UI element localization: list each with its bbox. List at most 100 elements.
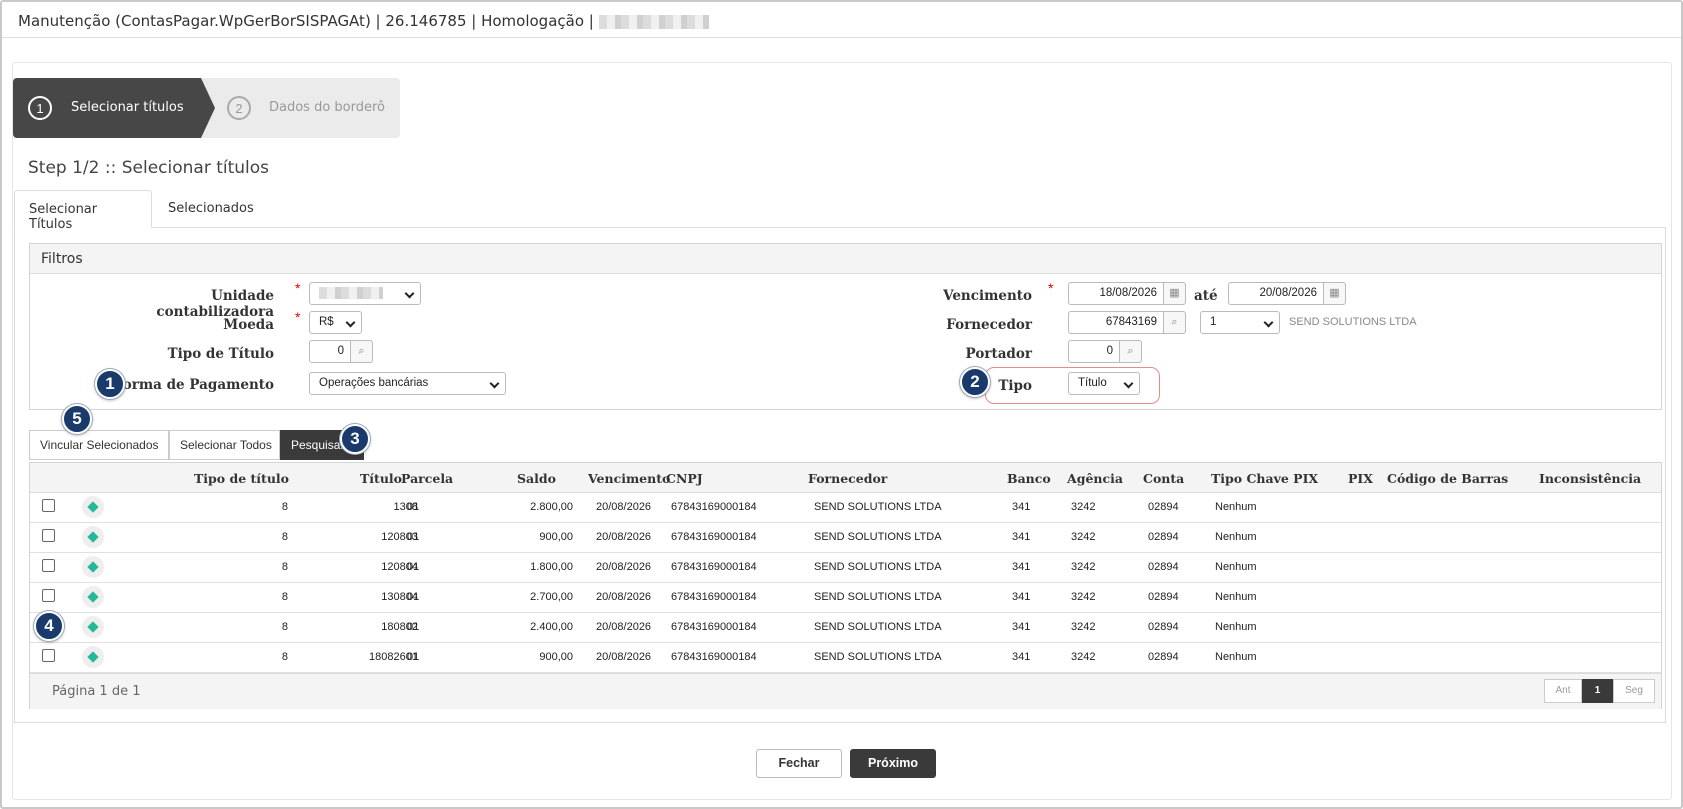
cell-cnpj: 67843169000184 [671, 621, 757, 633]
unidade-select[interactable] [309, 282, 421, 305]
cell-tipo-chave-pix: Nenhum [1215, 501, 1257, 513]
tab-selecionar-titulos[interactable]: Selecionar Títulos [14, 190, 152, 232]
col-conta: Conta [1143, 471, 1185, 486]
cell-tipo: 8 [281, 651, 288, 663]
page-title: Step 1/2 :: Selecionar títulos [28, 158, 270, 178]
diamond-icon[interactable] [82, 616, 104, 638]
pager-text: Página 1 de 1 [52, 684, 141, 699]
tipo-titulo-input[interactable]: 0 [309, 340, 351, 363]
cell-vencimento: 20/08/2026 [596, 651, 652, 663]
table-row[interactable]: 8 18082601 01 900,00 20/08/2026 6784316900018… [30, 643, 1661, 673]
table-row[interactable]: 8 120804 01 1.800,00 20/08/2026 6784316900018… [30, 553, 1661, 583]
cell-banco: 341 [1012, 621, 1031, 633]
pager-bar: Página 1 de 1 Ant 1 Seg [30, 673, 1661, 709]
fornecedor-label: Fornecedor [946, 317, 1032, 333]
required-mark: * [295, 309, 301, 325]
cell-parcela: 01 [407, 591, 420, 603]
forma-pagamento-select[interactable]: Operações bancárias [309, 372, 506, 395]
cell-fornecedor: SEND SOLUTIONS LTDA [814, 561, 942, 573]
step-label: Selecionar títulos [71, 100, 184, 115]
cell-tipo: 8 [281, 531, 288, 543]
calendar-icon[interactable]: ▦ [1164, 282, 1186, 305]
fornecedor-loja-select[interactable]: 1 [1200, 311, 1280, 334]
col-titulo: Título [360, 471, 402, 486]
pager-page-1[interactable]: 1 [1582, 679, 1613, 703]
tab-selecionados[interactable]: Selecionados [154, 190, 254, 228]
diamond-icon[interactable] [82, 526, 104, 548]
col-tipo-titulo: Tipo de título [194, 471, 289, 486]
moeda-select[interactable]: R$ [309, 311, 362, 334]
diamond-icon[interactable] [82, 646, 104, 668]
col-inconsistencia: Inconsistência [1539, 471, 1642, 486]
diamond-icon[interactable] [82, 586, 104, 608]
step-number: 2 [227, 96, 251, 120]
selecionar-todos-button[interactable]: Selecionar Todos [169, 430, 280, 460]
search-icon[interactable]: ⌕ [1120, 340, 1142, 363]
search-icon[interactable]: ⌕ [1164, 311, 1186, 334]
row-checkbox[interactable] [42, 559, 55, 572]
row-checkbox[interactable] [42, 499, 55, 512]
table-row[interactable]: 8 130804 01 2.700,00 20/08/2026 6784316900018… [30, 583, 1661, 613]
cell-conta: 02894 [1148, 531, 1179, 543]
cell-tipo: 8 [281, 501, 288, 513]
portador-label: Portador [965, 346, 1032, 362]
cell-tipo-chave-pix: Nenhum [1215, 531, 1257, 543]
wizard-step-1[interactable]: 1 Selecionar títulos [13, 78, 215, 138]
cell-tipo: 8 [281, 621, 288, 633]
vencimento-to-input[interactable]: 20/08/2026 [1228, 282, 1324, 305]
ate-label: até [1194, 288, 1218, 304]
col-codigo-barras: Código de Barras [1387, 471, 1509, 486]
cell-saldo: 1.800,00 [530, 561, 573, 573]
fechar-button[interactable]: Fechar [756, 749, 842, 778]
col-cnpj: CNPJ [666, 471, 703, 486]
cell-fornecedor: SEND SOLUTIONS LTDA [814, 531, 942, 543]
cell-agencia: 3242 [1071, 531, 1096, 543]
titles-table: Tipo de título Título Parcela Saldo Venc… [29, 462, 1662, 709]
vincular-selecionados-button[interactable]: Vincular Selecionados [29, 430, 169, 460]
fornecedor-input[interactable]: 67843169 [1068, 311, 1164, 334]
cell-parcela: 01 [407, 621, 420, 633]
proximo-button[interactable]: Próximo [850, 749, 936, 778]
table-row[interactable]: 8 180802 01 2.400,00 20/08/2026 6784316900018… [30, 613, 1661, 643]
cell-saldo: 900,00 [539, 531, 573, 543]
step-label: Dados do borderô [269, 100, 386, 115]
cell-fornecedor: SEND SOLUTIONS LTDA [814, 651, 942, 663]
vencimento-from-input[interactable]: 18/08/2026 [1068, 282, 1164, 305]
cell-titulo: 120804 [381, 561, 418, 573]
cell-conta: 02894 [1148, 621, 1179, 633]
step-badge-4: 4 [34, 611, 64, 641]
cell-vencimento: 20/08/2026 [596, 561, 652, 573]
step-number: 1 [28, 96, 52, 120]
cell-saldo: 2.700,00 [530, 591, 573, 603]
cell-saldo: 2.400,00 [530, 621, 573, 633]
cell-fornecedor: SEND SOLUTIONS LTDA [814, 621, 942, 633]
row-checkbox[interactable] [42, 529, 55, 542]
diamond-icon[interactable] [82, 496, 104, 518]
required-mark: * [1048, 280, 1054, 296]
col-parcela: Parcela [401, 471, 454, 486]
step-badge-2: 2 [960, 367, 990, 397]
portador-input[interactable]: 0 [1068, 340, 1120, 363]
search-icon[interactable]: ⌕ [351, 340, 373, 363]
tipo-titulo-label: Tipo de Título [167, 346, 274, 362]
pager-prev-button[interactable]: Ant [1544, 679, 1582, 703]
cell-cnpj: 67843169000184 [671, 651, 757, 663]
row-checkbox[interactable] [42, 649, 55, 662]
pager-next-button[interactable]: Seg [1613, 679, 1655, 703]
cell-banco: 341 [1012, 531, 1031, 543]
cell-parcela: 01 [407, 501, 420, 513]
cell-titulo: 180802 [381, 621, 418, 633]
diamond-icon[interactable] [82, 556, 104, 578]
unidade-label: Unidade contabilizadora [156, 288, 274, 320]
table-row[interactable]: 8 120803 01 900,00 20/08/2026 67843169000184 S… [30, 523, 1661, 553]
calendar-icon[interactable]: ▦ [1324, 282, 1346, 305]
tipo-select[interactable]: Título [1068, 372, 1140, 395]
row-checkbox[interactable] [42, 589, 55, 602]
cell-parcela: 01 [407, 651, 420, 663]
table-row[interactable]: 8 1308 01 2.800,00 20/08/2026 67843169000184 S… [30, 493, 1661, 523]
cell-titulo: 18082601 [369, 651, 418, 663]
window-title: Manutenção (ContasPagar.WpGerBorSISPAGAt… [18, 12, 594, 30]
col-fornecedor: Fornecedor [808, 471, 888, 486]
vencimento-label: Vencimento [943, 288, 1032, 304]
cell-cnpj: 67843169000184 [671, 561, 757, 573]
